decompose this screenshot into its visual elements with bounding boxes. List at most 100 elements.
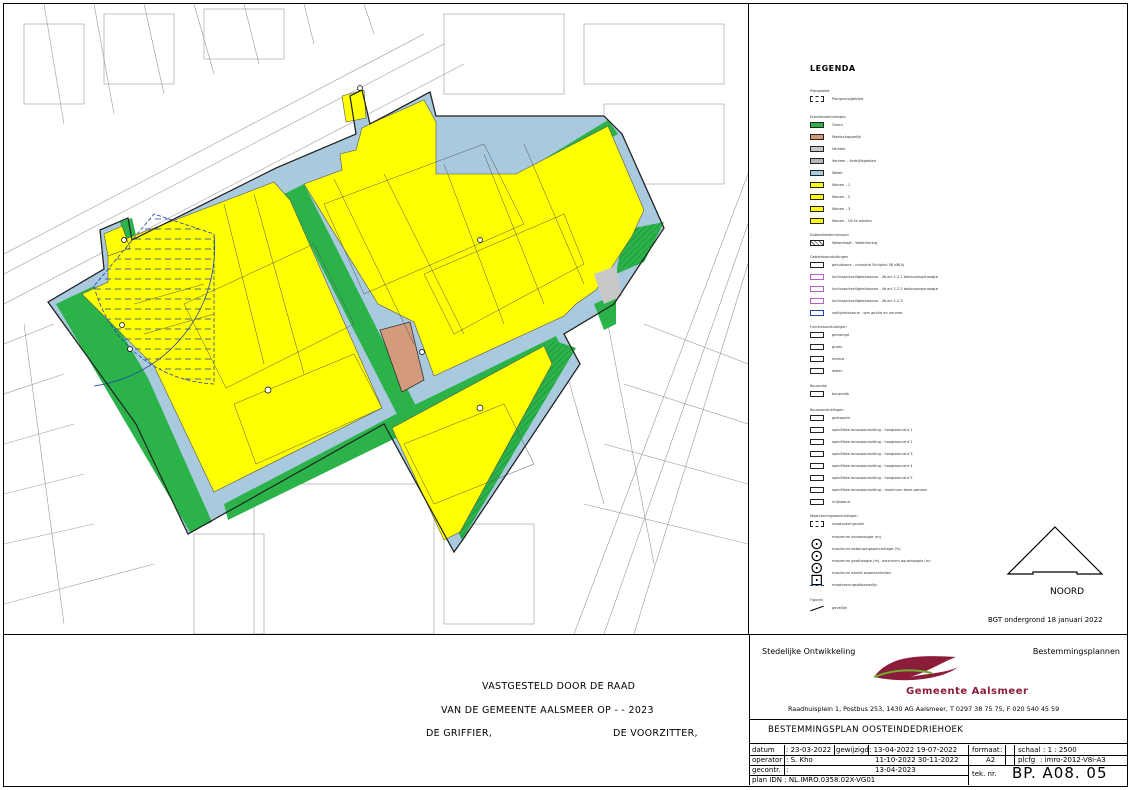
wonen-small-n — [341, 89, 367, 123]
legend-item: gestapeld — [810, 415, 930, 422]
divider — [834, 745, 835, 755]
legend-swatch — [810, 487, 824, 493]
divider — [1005, 745, 1006, 765]
plcfg-label: plcfg — [1018, 756, 1036, 764]
legend-swatch — [810, 194, 824, 200]
north-arrow-icon — [1006, 526, 1104, 575]
legend-item: specifieke bouwaanduiding - hoogteaccent… — [810, 475, 930, 482]
title-block: Stedelijke Ontwikkeling Bestemmingsplann… — [749, 634, 1128, 785]
legend-item: luchtvaartveiligheidszone - lib art 2.2.… — [810, 286, 938, 293]
title-block-table: datum : 23-03-2022 gewijzigd : 13-04-202… — [750, 745, 1128, 785]
legend-group-title: Figuren — [810, 598, 823, 602]
legend-item: Wonen - 3 — [810, 206, 930, 213]
teknr-label: tek. nr. — [972, 770, 997, 778]
legend-group-title: Plangebied — [810, 89, 830, 93]
legend-swatch — [810, 391, 824, 397]
legend-swatch — [810, 298, 824, 304]
legend-swatch — [810, 499, 824, 505]
legend-item: specifieke bouwaanduiding - hoogteaccent… — [810, 439, 930, 446]
legend-item: ⊙ maximum bouwhoogte (m) — [810, 534, 881, 553]
legend-swatch — [810, 310, 824, 316]
legend-item: Waterstaat - Waterkering — [810, 240, 930, 247]
legend-swatch: ⊙ — [810, 534, 824, 553]
legend-group-title: Gebiedsaanduidingen — [810, 255, 849, 259]
legend-swatch — [810, 585, 824, 586]
legend-item: ⊙ maximum goothoogte (m), maximum bouwhoo… — [810, 558, 931, 577]
legend-item: ⊡ maximum aantal wooneenheden — [810, 570, 892, 589]
legend-item: horeca — [810, 356, 930, 363]
legend-item: maatvoeringsvlak — [810, 521, 930, 528]
legend-item: luchtvaartveiligheidszone - lib art 2.2.… — [810, 274, 938, 281]
legend-swatch — [810, 427, 824, 433]
legend-swatch — [810, 368, 824, 374]
legend-item: veiligheidszone - wet geluid en vervoer — [810, 310, 930, 317]
organisation-name: Gemeente Aalsmeer — [906, 686, 1029, 697]
legend-swatch — [810, 521, 824, 527]
legend-swatch — [810, 605, 824, 612]
divider — [1014, 745, 1015, 765]
plcfg-value: : imro-2012-V8i-A3 — [1040, 756, 1106, 764]
vaststelling-block: VASTGESTELD DOOR DE RAAD VAN DE GEMEENTE… — [4, 634, 749, 785]
legend-item: maatvoeringsafstandslijn — [810, 582, 930, 589]
legend-item: water — [810, 368, 930, 375]
legend-group-title: Functieaanduidingen — [810, 325, 847, 329]
legend-swatch — [810, 439, 824, 445]
legend-item: Verkeer - Verblijfsgebied — [810, 158, 930, 165]
plan-title: BESTEMMINGSPLAN OOSTEINDEDRIEHOEK — [768, 725, 964, 735]
divider — [750, 719, 1128, 720]
formaat-label: formaat — [972, 746, 1000, 754]
legend-swatch — [810, 146, 824, 152]
legend-swatch — [810, 286, 824, 292]
legend-item: geluidzone - industrie Schiphol 58 dB(A) — [810, 262, 930, 269]
legend-item: gevellijn — [810, 605, 930, 612]
legend-swatch — [810, 463, 824, 469]
legend-item: specifieke bouwaanduiding - hoogteaccent… — [810, 463, 930, 470]
legend-item: Wonen - 1 — [810, 182, 930, 189]
legend-swatch — [810, 182, 824, 188]
gemeente-logo-icon — [873, 656, 958, 681]
legend-swatch — [810, 122, 824, 128]
legend-item: Wonen - Uit te werken — [810, 218, 930, 225]
vaststelling-line1: VASTGESTELD DOOR DE RAAD — [482, 681, 636, 692]
bgt-note: BGT ondergrond 18 januari 2022 — [988, 616, 1103, 624]
legend-item: Maatschappelijk — [810, 134, 930, 141]
schaal-value: : 1 : 2500 — [1043, 746, 1077, 754]
legend-item: Wonen - 2 — [810, 194, 930, 201]
legend-swatch — [810, 332, 824, 338]
legend-swatch — [810, 170, 824, 176]
datum-value: : 23-03-2022 — [786, 746, 832, 754]
department-label: Stedelijke Ontwikkeling — [762, 647, 856, 656]
operator-value: : S. Kho — [786, 756, 813, 764]
legend-swatch — [810, 96, 824, 102]
legend-item: gemengd — [810, 332, 930, 339]
legend-item: Groen — [810, 122, 930, 129]
legend-group-title: Bouwvlak — [810, 384, 827, 388]
formaat-value: A2 — [986, 756, 996, 764]
north-label: NOORD — [1050, 587, 1085, 597]
vaststelling-line2: VAN DE GEMEENTE AALSMEER OP - - 2023 — [441, 705, 654, 716]
legend-swatch — [810, 415, 824, 421]
legend-item: specifieke bouwaanduiding - hoogteaccent… — [810, 427, 930, 434]
schaal-label: schaal — [1018, 746, 1041, 754]
legend-swatch: ⊙ — [810, 558, 824, 577]
legend-swatch — [810, 344, 824, 350]
teknr-value: BP. A08. 05 — [1012, 764, 1108, 782]
legend-swatch — [810, 274, 824, 280]
griffier-label: DE GRIFFIER, — [426, 728, 493, 739]
zoning-map — [4, 4, 749, 634]
legend-swatch — [810, 475, 824, 481]
plan-type-label: Bestemmingsplannen — [1032, 647, 1120, 656]
legend-group-title: Dubbelbestemmingen — [810, 233, 849, 237]
gewijzigd-value: : 13-04-2022 19-07-2022 — [869, 746, 958, 754]
legend-panel: LEGENDA Plangebied Plangrens/gebied Enke… — [750, 4, 1127, 634]
legend-swatch — [810, 206, 824, 212]
legend-item: Water — [810, 170, 930, 177]
legend-group-title: Enkelbestemmingen — [810, 115, 846, 119]
legend-swatch — [810, 240, 824, 246]
legend-item: ⊙ maximum bebouwingspercentage (%) — [810, 546, 901, 565]
gewijzigd-value-3: 13-04-2023 — [875, 766, 916, 774]
legend-item: Verkeer — [810, 146, 930, 153]
legend-item: luchtvaartveiligheidszone - lib art 2.2.… — [810, 298, 930, 305]
divider — [750, 765, 968, 766]
legend-swatch — [810, 134, 824, 140]
